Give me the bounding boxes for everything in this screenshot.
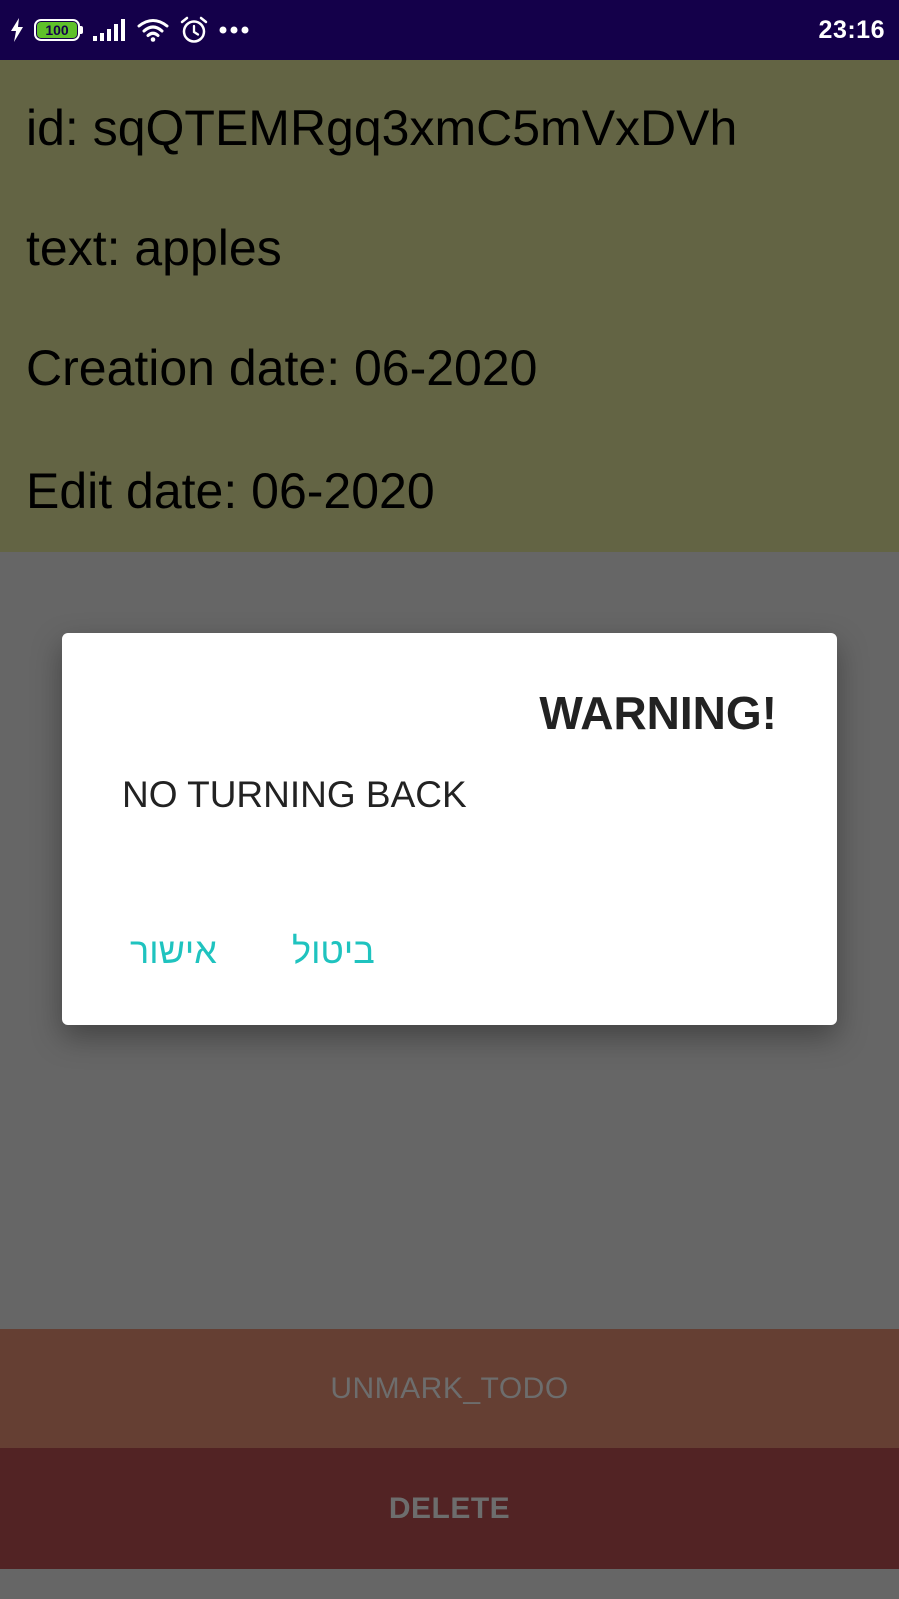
status-icons: 100 (10, 0, 249, 60)
signal-icon (93, 19, 127, 41)
battery-body: 100 (34, 19, 80, 41)
delete-button[interactable]: DELETE (0, 1448, 899, 1569)
unmark-todo-button[interactable]: UNMARK_TODO (0, 1329, 899, 1448)
more-dots-icon (219, 25, 249, 35)
todo-creation-date: Creation date: 06-2020 (26, 340, 538, 396)
status-time: 23:16 (818, 15, 885, 44)
battery-level: 100 (37, 22, 77, 38)
cancel-button[interactable]: ביטול (292, 933, 375, 969)
warning-dialog: WARNING! NO TURNING BACK אישור ביטול (62, 633, 837, 1025)
battery-icon: 100 (34, 19, 83, 41)
alarm-icon (179, 16, 209, 44)
todo-id: id: sqQTEMRgq3xmC5mVxDVh (26, 100, 738, 156)
dialog-title: WARNING! (539, 687, 777, 739)
confirm-button[interactable]: אישור (130, 933, 217, 969)
todo-edit-date: Edit date: 06-2020 (26, 463, 435, 519)
charging-bolt-icon (10, 18, 24, 42)
screen: 100 23:16 id: sqQTEMRgq3xmC5mVxDVh text:… (0, 0, 899, 1599)
dialog-message: NO TURNING BACK (122, 774, 467, 815)
todo-details-panel: id: sqQTEMRgq3xmC5mVxDVh text: apples Cr… (0, 60, 899, 552)
battery-tip (80, 26, 83, 34)
todo-text: text: apples (26, 220, 282, 276)
wifi-icon (137, 18, 169, 42)
status-bar: 100 23:16 (0, 0, 899, 60)
